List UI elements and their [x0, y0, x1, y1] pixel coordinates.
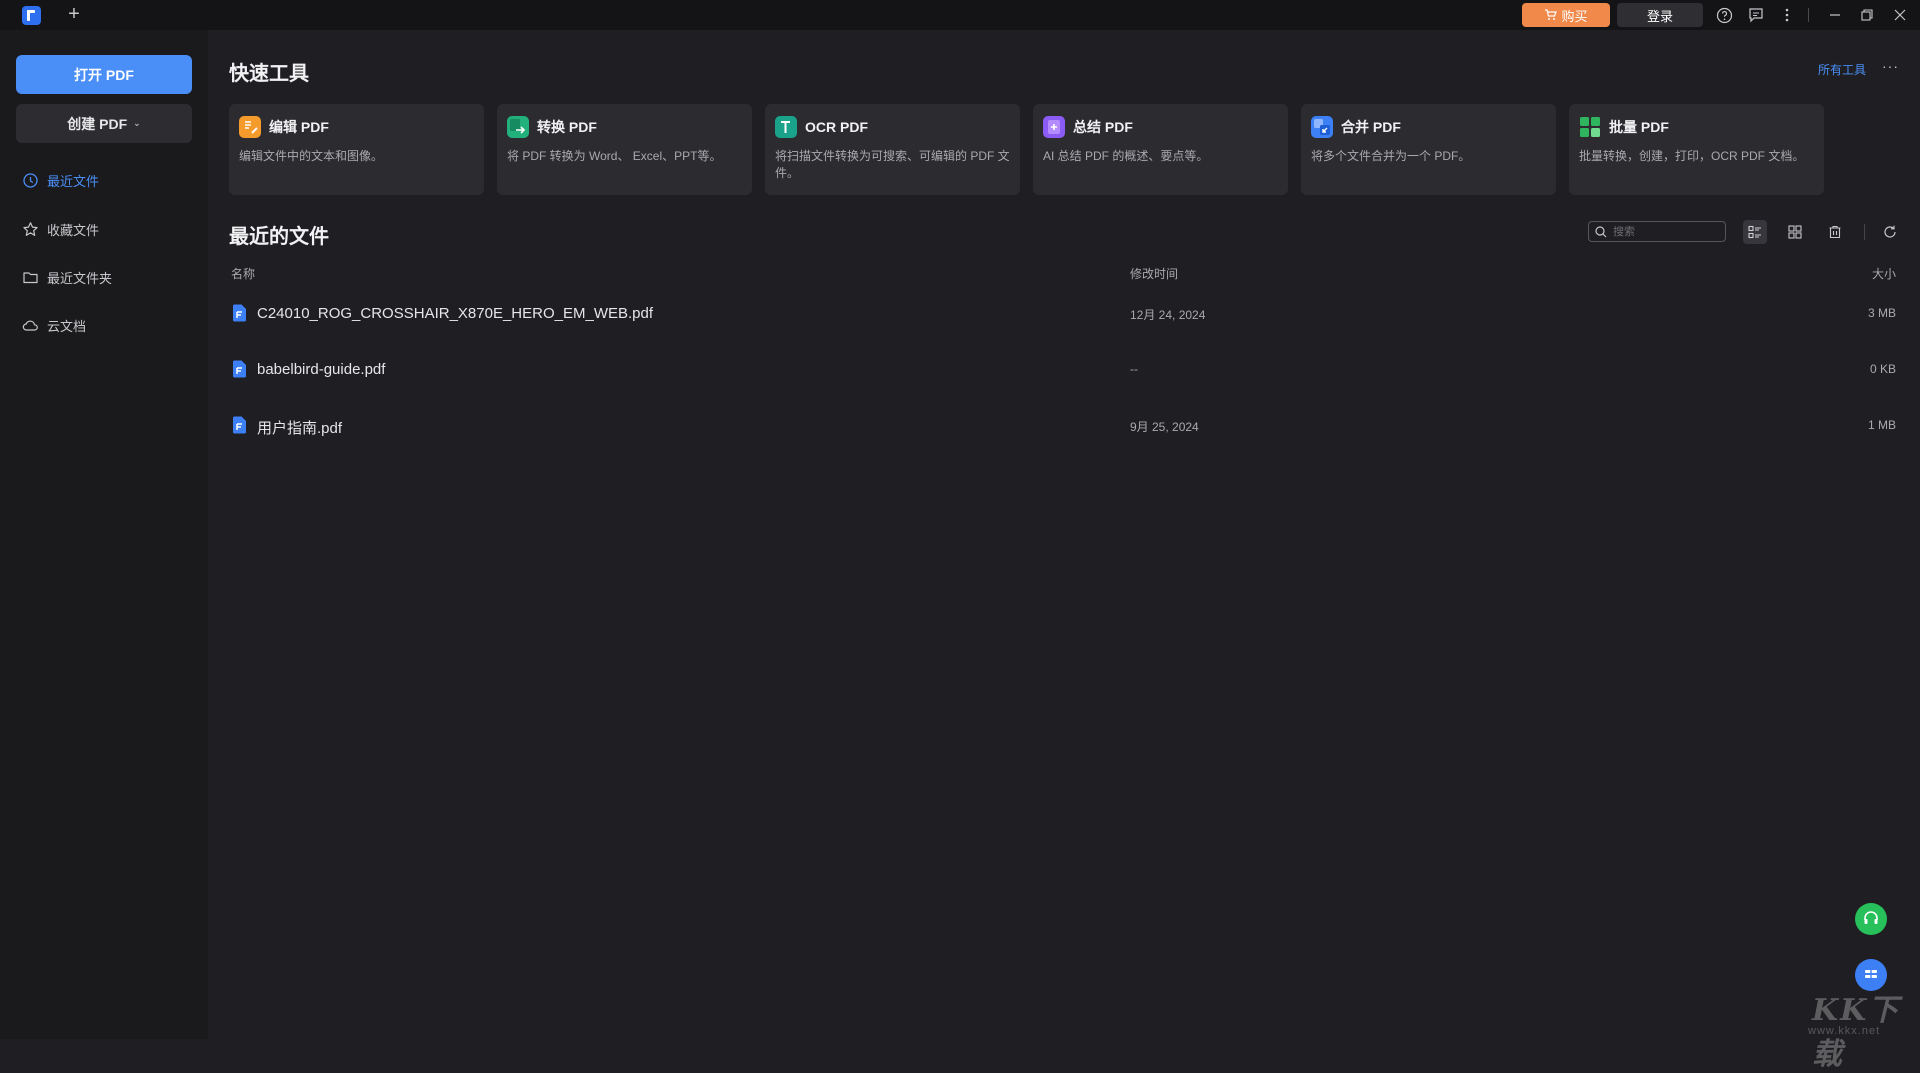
- ai-assistant-button[interactable]: [1855, 959, 1887, 991]
- help-icon[interactable]: [1714, 5, 1734, 25]
- tool-name: 转换 PDF: [537, 119, 597, 135]
- clock-icon: [23, 172, 38, 188]
- ai-assistant-icon: [1865, 968, 1877, 982]
- folder-icon: [23, 271, 38, 283]
- sidebar-item-cloud-docs[interactable]: 云文档: [22, 313, 192, 337]
- file-name: C24010_ROG_CROSSHAIR_X870E_HERO_EM_WEB.p…: [257, 305, 654, 322]
- quick-tools-title: 快速工具: [229, 63, 309, 85]
- tool-card-convert-pdf[interactable]: 转换 PDF 将 PDF 转换为 Word、 Excel、PPT等。: [497, 104, 752, 195]
- tool-name: OCR PDF: [805, 119, 868, 135]
- convert-pdf-icon: [507, 116, 529, 138]
- watermark-logo: KK下载 www.kkx.net: [1808, 985, 1918, 1072]
- restore-icon[interactable]: [1857, 5, 1877, 25]
- column-header-size[interactable]: 大小: [1872, 265, 1896, 282]
- watermark-url: www.kkx.net: [1808, 1025, 1881, 1037]
- column-header-modified[interactable]: 修改时间: [1130, 265, 1178, 282]
- sidebar-item-label: 云文档: [47, 318, 87, 334]
- sidebar-item-recent-files[interactable]: 最近文件: [22, 168, 192, 192]
- tool-name: 批量 PDF: [1609, 119, 1669, 135]
- file-modified: --: [1130, 362, 1138, 376]
- open-pdf-button[interactable]: 打开 PDF: [16, 55, 192, 94]
- star-icon: [23, 221, 38, 236]
- pdf-file-icon: [233, 416, 246, 434]
- sidebar-item-label: 最近文件: [47, 173, 100, 189]
- titlebar-divider: [1808, 8, 1809, 22]
- clear-history-button[interactable]: [1823, 220, 1847, 244]
- more-vertical-icon[interactable]: [1777, 5, 1797, 25]
- pdf-file-icon: [233, 304, 246, 322]
- tool-name: 编辑 PDF: [269, 119, 329, 135]
- login-button[interactable]: 登录: [1617, 3, 1703, 27]
- watermark-text: KK下载: [1812, 993, 1901, 1072]
- grid-view-icon: [1788, 225, 1802, 239]
- file-row[interactable]: babelbird-guide.pdf -- 0 KB: [228, 349, 1900, 389]
- file-modified: 12月 24, 2024: [1130, 308, 1206, 322]
- cart-icon: [1545, 9, 1558, 20]
- tool-description: 将多个文件合并为一个 PDF。: [1311, 149, 1471, 163]
- recent-files-title: 最近的文件: [229, 226, 329, 248]
- list-view-icon: [1748, 225, 1761, 239]
- file-row[interactable]: C24010_ROG_CROSSHAIR_X870E_HERO_EM_WEB.p…: [228, 293, 1900, 333]
- merge-pdf-icon: [1311, 116, 1333, 138]
- feedback-icon[interactable]: [1746, 5, 1766, 25]
- title-bar: + 购买 登录: [0, 0, 1920, 30]
- app-logo-icon[interactable]: [22, 6, 41, 25]
- all-tools-link[interactable]: 所有工具: [1818, 61, 1866, 78]
- file-row[interactable]: 用户指南.pdf 9月 25, 2024 1 MB: [228, 405, 1900, 445]
- batch-pdf-icon: [1579, 116, 1601, 138]
- tool-card-edit-pdf[interactable]: 编辑 PDF 编辑文件中的文本和图像。: [229, 104, 484, 195]
- sidebar-item-label: 最近文件夹: [47, 270, 113, 286]
- refresh-button[interactable]: [1878, 220, 1902, 244]
- tool-name: 总结 PDF: [1073, 119, 1133, 135]
- headset-icon: [1864, 911, 1878, 924]
- file-name: 用户指南.pdf: [257, 420, 343, 437]
- file-size: 0 KB: [1869, 362, 1896, 376]
- edit-pdf-icon: [239, 116, 261, 138]
- minimize-icon[interactable]: [1825, 5, 1845, 25]
- tool-card-batch-pdf[interactable]: 批量 PDF 批量转换，创建，打印，OCR PDF 文档。: [1569, 104, 1824, 195]
- file-size: 3 MB: [1867, 306, 1896, 320]
- ocr-pdf-icon: [775, 116, 797, 138]
- create-pdf-button[interactable]: 创建 PDF ⌄: [16, 104, 192, 143]
- list-view-button[interactable]: [1743, 220, 1767, 244]
- tool-name: 合并 PDF: [1341, 119, 1401, 135]
- create-pdf-label: 创建 PDF: [67, 115, 128, 132]
- new-tab-button[interactable]: +: [64, 2, 84, 26]
- column-header-name[interactable]: 名称: [231, 265, 255, 282]
- support-button[interactable]: [1855, 903, 1887, 935]
- refresh-icon: [1884, 225, 1896, 238]
- tool-description: 将 PDF 转换为 Word、 Excel、PPT等。: [507, 149, 722, 163]
- trash-icon: [1829, 225, 1841, 239]
- sidebar: 打开 PDF 创建 PDF ⌄ 最近文件 收藏文件 最近文件夹 云文档: [0, 30, 208, 1039]
- toolbar-divider: [1864, 224, 1865, 240]
- summarize-pdf-icon: [1043, 116, 1065, 138]
- sidebar-item-recent-folders[interactable]: 最近文件夹: [22, 265, 192, 289]
- pdf-file-icon: [233, 360, 246, 378]
- tool-description: 批量转换，创建，打印，OCR PDF 文档。: [1579, 149, 1805, 163]
- chevron-down-icon: ⌄: [133, 118, 141, 128]
- tool-description: 编辑文件中的文本和图像。: [239, 149, 384, 163]
- file-size: 1 MB: [1867, 418, 1896, 432]
- close-icon[interactable]: [1890, 5, 1910, 25]
- tool-description: AI 总结 PDF 的概述、要点等。: [1043, 149, 1209, 163]
- more-options-button[interactable]: ···: [1882, 58, 1899, 74]
- tool-card-merge-pdf[interactable]: 合并 PDF 将多个文件合并为一个 PDF。: [1301, 104, 1556, 195]
- sidebar-item-label: 收藏文件: [47, 222, 100, 238]
- tool-card-summarize-pdf[interactable]: 总结 PDF AI 总结 PDF 的概述、要点等。: [1033, 104, 1288, 195]
- search-icon: [1595, 225, 1607, 237]
- buy-label: 购买: [1561, 8, 1588, 24]
- file-modified: 9月 25, 2024: [1130, 420, 1199, 434]
- file-name: babelbird-guide.pdf: [257, 361, 386, 378]
- search-input[interactable]: [1613, 225, 1713, 238]
- grid-view-button[interactable]: [1783, 220, 1807, 244]
- buy-button[interactable]: 购买: [1522, 3, 1610, 27]
- tool-description: 将扫描文件转换为可搜索、可编辑的 PDF 文件。: [775, 149, 1010, 180]
- cloud-icon: [22, 320, 38, 331]
- search-field[interactable]: [1588, 221, 1726, 242]
- tool-card-ocr-pdf[interactable]: OCR PDF 将扫描文件转换为可搜索、可编辑的 PDF 文件。: [765, 104, 1020, 195]
- sidebar-item-favorites[interactable]: 收藏文件: [22, 217, 192, 241]
